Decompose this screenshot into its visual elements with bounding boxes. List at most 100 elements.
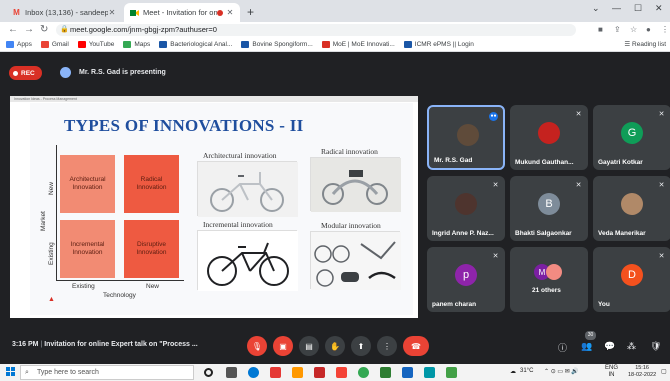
participant-tile[interactable]: ✕ G Gayatri Kotkar (593, 105, 670, 170)
participant-name: Bhakti Salgaonkar (515, 230, 572, 237)
site-icon (159, 41, 168, 48)
raise-hand-button[interactable]: ✋ (325, 336, 345, 356)
record-icon (13, 70, 18, 76)
others-tile[interactable]: M 21 others (510, 247, 588, 312)
task-view-icon[interactable] (226, 367, 237, 378)
presentation-area[interactable]: Innovation Ideas - Process Management TY… (10, 96, 418, 318)
people-icon[interactable]: 👥 (581, 341, 592, 352)
participant-tile[interactable]: ✕ Mukund Gauthan... (510, 105, 588, 170)
participant-tile[interactable]: ✕ B Bhakti Salgaonkar (510, 176, 588, 241)
address-bar-row: ← → ↻ 🔒 meet.google.com/jnm-gbgj-zpm?aut… (0, 22, 670, 38)
maps-icon (123, 41, 132, 48)
mic-off-icon: ✕ (658, 111, 665, 118)
profile-icon[interactable]: ● (646, 25, 651, 34)
new-tab-button[interactable]: + (247, 5, 254, 19)
tab-gmail[interactable]: M Inbox (13,136) - sandeep@unigoa.ac.in … (6, 3, 122, 22)
chat-icon[interactable]: 💬 (604, 341, 615, 352)
system-clock[interactable]: 15:16 18-02-2022 (628, 365, 656, 379)
language-indicator[interactable]: ENG IN (605, 365, 618, 379)
info-icon[interactable]: ⓘ (558, 341, 567, 354)
weather-icon[interactable]: ☁ (510, 368, 516, 375)
bookmark-gmail[interactable]: Gmail (40, 41, 69, 48)
app-icon[interactable] (380, 367, 391, 378)
captions-icon: ▤ (305, 341, 313, 351)
bookmarks-bar: Apps Gmail YouTube Maps Bacteriological … (0, 38, 670, 52)
participant-tile[interactable]: ●● Mr. R.S. Gad (427, 105, 505, 170)
slide: TYPES OF INNOVATIONS - II Market New Exi… (30, 103, 413, 315)
bookmark-youtube[interactable]: YouTube (77, 41, 114, 48)
app-icon[interactable] (270, 367, 281, 378)
captions-button[interactable]: ▤ (299, 336, 319, 356)
window-close-icon[interactable]: ✕ (655, 3, 663, 14)
apps-icon (6, 41, 14, 48)
image-modular-parts (310, 231, 401, 290)
app-icon[interactable] (424, 367, 435, 378)
maximize-icon[interactable]: ☐ (634, 3, 642, 14)
search-icon: ⌕ (25, 369, 29, 376)
x-existing-label: Existing (72, 283, 95, 290)
close-icon[interactable]: ✕ (226, 8, 234, 17)
tab-search-icon[interactable]: ⌄ (592, 3, 600, 14)
app-icon[interactable] (314, 367, 325, 378)
star-icon[interactable]: ☆ (630, 25, 637, 34)
mic-off-icon: ✕ (492, 182, 499, 189)
url-bar[interactable]: 🔒 meet.google.com/jnm-gbgj-zpm?authuser=… (56, 24, 576, 36)
camera-icon[interactable]: ■ (598, 25, 603, 34)
reload-icon[interactable]: ↻ (40, 24, 48, 35)
more-options-button[interactable]: ⋮ (377, 336, 397, 356)
participant-tile[interactable]: ✕ Veda Manerikar (593, 176, 670, 241)
bookmark-moe[interactable]: MoE | MoE Innovati... (321, 41, 395, 48)
share-icon[interactable]: ⇪ (614, 25, 621, 34)
participant-name: You (598, 301, 610, 308)
minimize-icon[interactable]: — (612, 3, 621, 13)
bookmark-maps[interactable]: Maps (123, 41, 150, 48)
notification-icon[interactable]: ▢ (661, 368, 667, 375)
activities-icon[interactable]: ⁂ (627, 341, 636, 352)
menu-icon[interactable]: ⋮ (661, 25, 669, 34)
reading-list-button[interactable]: ☰ Reading list (624, 40, 666, 48)
y-existing-label: Existing (48, 242, 55, 265)
participant-name: Gayatri Kotkar (598, 159, 643, 166)
app-icon[interactable] (336, 367, 347, 378)
word-icon[interactable] (402, 367, 413, 378)
close-icon[interactable]: ✕ (108, 8, 116, 17)
y-axis (56, 145, 57, 280)
tray-icons[interactable]: ⌃ ⊙ ▭ ✉ 🔊 (544, 368, 579, 375)
chrome-icon[interactable] (358, 367, 369, 378)
bookmark-icmr[interactable]: ICMR ePMS || Login (403, 41, 474, 48)
y-new-label: New (48, 181, 55, 195)
x-new-label: New (146, 283, 160, 290)
others-count: 21 others (532, 287, 561, 294)
recording-badge[interactable]: REC (9, 66, 42, 80)
edge-icon[interactable] (248, 367, 259, 378)
app-icon[interactable] (446, 367, 457, 378)
forward-icon[interactable]: → (24, 24, 34, 35)
self-tile[interactable]: ✕ D You (593, 247, 670, 312)
caption-modular: Modular innovation (321, 221, 381, 230)
app-icon[interactable] (292, 367, 303, 378)
mic-off-icon: ✕ (492, 253, 499, 260)
tab-title: Meet - Invitation for online Expert talk (143, 8, 217, 17)
bookmark-bovine[interactable]: Bovine Spongiform... (241, 41, 313, 48)
bookmark-bacteriological[interactable]: Bacteriological Anal... (159, 41, 232, 48)
bookmark-apps[interactable]: Apps (6, 41, 32, 48)
participant-tile[interactable]: ✕ Ingrid Anne P. Naz... (427, 176, 505, 241)
avatar (457, 124, 479, 146)
site-icon (321, 41, 330, 48)
present-button[interactable]: ⬆ (351, 336, 371, 356)
windows-start-icon[interactable] (6, 367, 16, 377)
site-icon (403, 41, 412, 48)
host-controls-icon[interactable]: 🛡 (650, 341, 661, 352)
tab-meet[interactable]: Meet - Invitation for online Expert talk… (124, 3, 240, 22)
back-icon[interactable]: ← (8, 24, 18, 35)
mic-off-icon: 🎙 (251, 341, 263, 351)
browser-tab-strip: M Inbox (13,136) - sandeep@unigoa.ac.in … (0, 0, 670, 22)
participant-tile[interactable]: ✕ p panem charan (427, 247, 505, 312)
taskbar-search-input[interactable]: ⌕ Type here to search (20, 365, 194, 380)
avatar: D (621, 264, 643, 286)
mic-toggle-button[interactable]: 🎙 (247, 336, 267, 356)
leave-call-button[interactable]: ☎ (403, 336, 429, 356)
quadrant-incremental: Incremental Innovation (60, 220, 115, 278)
camera-toggle-button[interactable]: ▣ (273, 336, 293, 356)
cortana-icon[interactable] (204, 368, 213, 377)
